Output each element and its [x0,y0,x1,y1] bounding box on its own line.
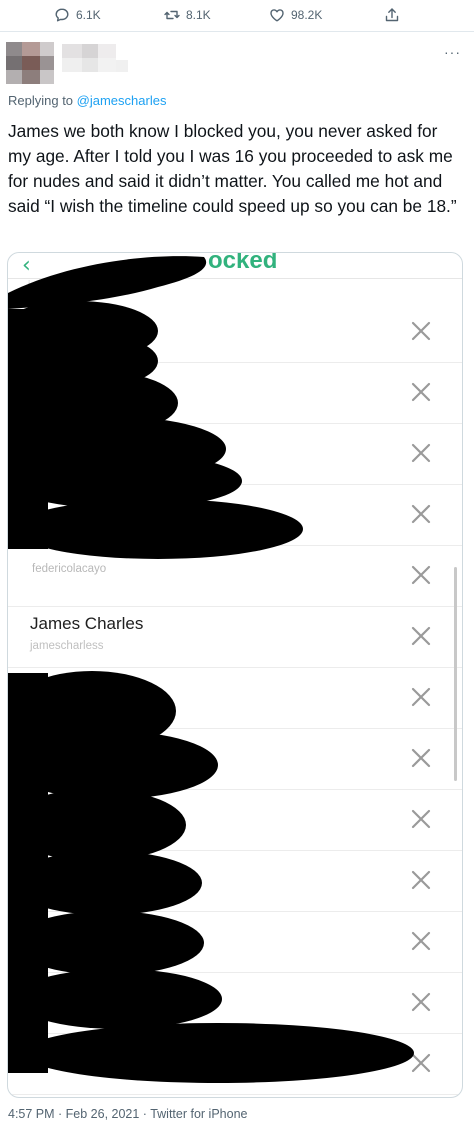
share-icon [385,8,399,22]
blocked-row-james-charles: James Charles jamescharless [8,606,462,668]
blocked-username: federicolacayo [32,563,107,575]
blocked-list-title: ocked [208,252,278,274]
retweet-count: 8.1K [186,8,211,22]
close-icon[interactable] [409,990,433,1014]
divider [0,31,474,32]
blocked-row [8,484,462,546]
replying-prefix: Replying to [8,93,77,108]
back-chevron-icon: ‹ [22,253,31,278]
reply-count: 6.1K [76,8,101,22]
blocked-row: federicolacayo [8,545,462,607]
close-icon[interactable] [409,807,433,831]
tweet-text: James we both know I blocked you, you ne… [8,121,457,216]
retweet-icon [164,10,180,20]
close-icon[interactable] [409,746,433,770]
close-icon[interactable] [409,380,433,404]
like-count: 98.2K [291,8,323,22]
close-icon[interactable] [409,1051,433,1075]
blocked-row [8,1033,462,1095]
blocked-row [8,667,462,729]
heart-icon [270,9,284,22]
blocked-list-header: ‹ ocked [8,253,462,279]
attached-image[interactable]: ‹ ocked isra federicolacayo James Charle… [7,252,463,1098]
more-options-button[interactable]: ··· [444,44,461,60]
tweet-action-bar: 6.1K 8.1K 98.2K [0,0,474,32]
blocked-display-name: James Charles [30,614,144,633]
close-icon[interactable] [409,685,433,709]
blocked-row [8,362,462,424]
blocked-row [8,301,462,363]
like-action[interactable]: 98.2K [269,7,322,23]
scrollbar[interactable] [454,567,457,781]
blocked-row [8,911,462,973]
blocked-row [8,789,462,851]
header-divider [8,278,462,279]
retweet-action[interactable]: 8.1K [164,7,211,23]
blocked-row [8,728,462,790]
close-icon[interactable] [409,624,433,648]
close-icon[interactable] [409,868,433,892]
blocked-row [8,850,462,912]
blocked-row [8,423,462,485]
close-icon[interactable] [409,563,433,587]
blocked-row [8,972,462,1034]
reply-action[interactable]: 6.1K [54,7,101,23]
close-icon[interactable] [409,441,433,465]
replying-handle-link[interactable]: @jamescharles [77,93,167,108]
close-icon[interactable] [409,502,433,526]
partial-username: isra [28,280,45,291]
replying-to: Replying to @jamescharles [8,93,166,108]
close-icon[interactable] [409,319,433,343]
close-icon[interactable] [409,929,433,953]
reply-icon [55,8,69,22]
avatar[interactable] [6,42,128,84]
tweet-timestamp[interactable]: 4:57 PM · Feb 26, 2021 · Twitter for iPh… [8,1107,247,1121]
share-button[interactable] [384,7,400,23]
blocked-username: jamescharless [30,640,104,652]
